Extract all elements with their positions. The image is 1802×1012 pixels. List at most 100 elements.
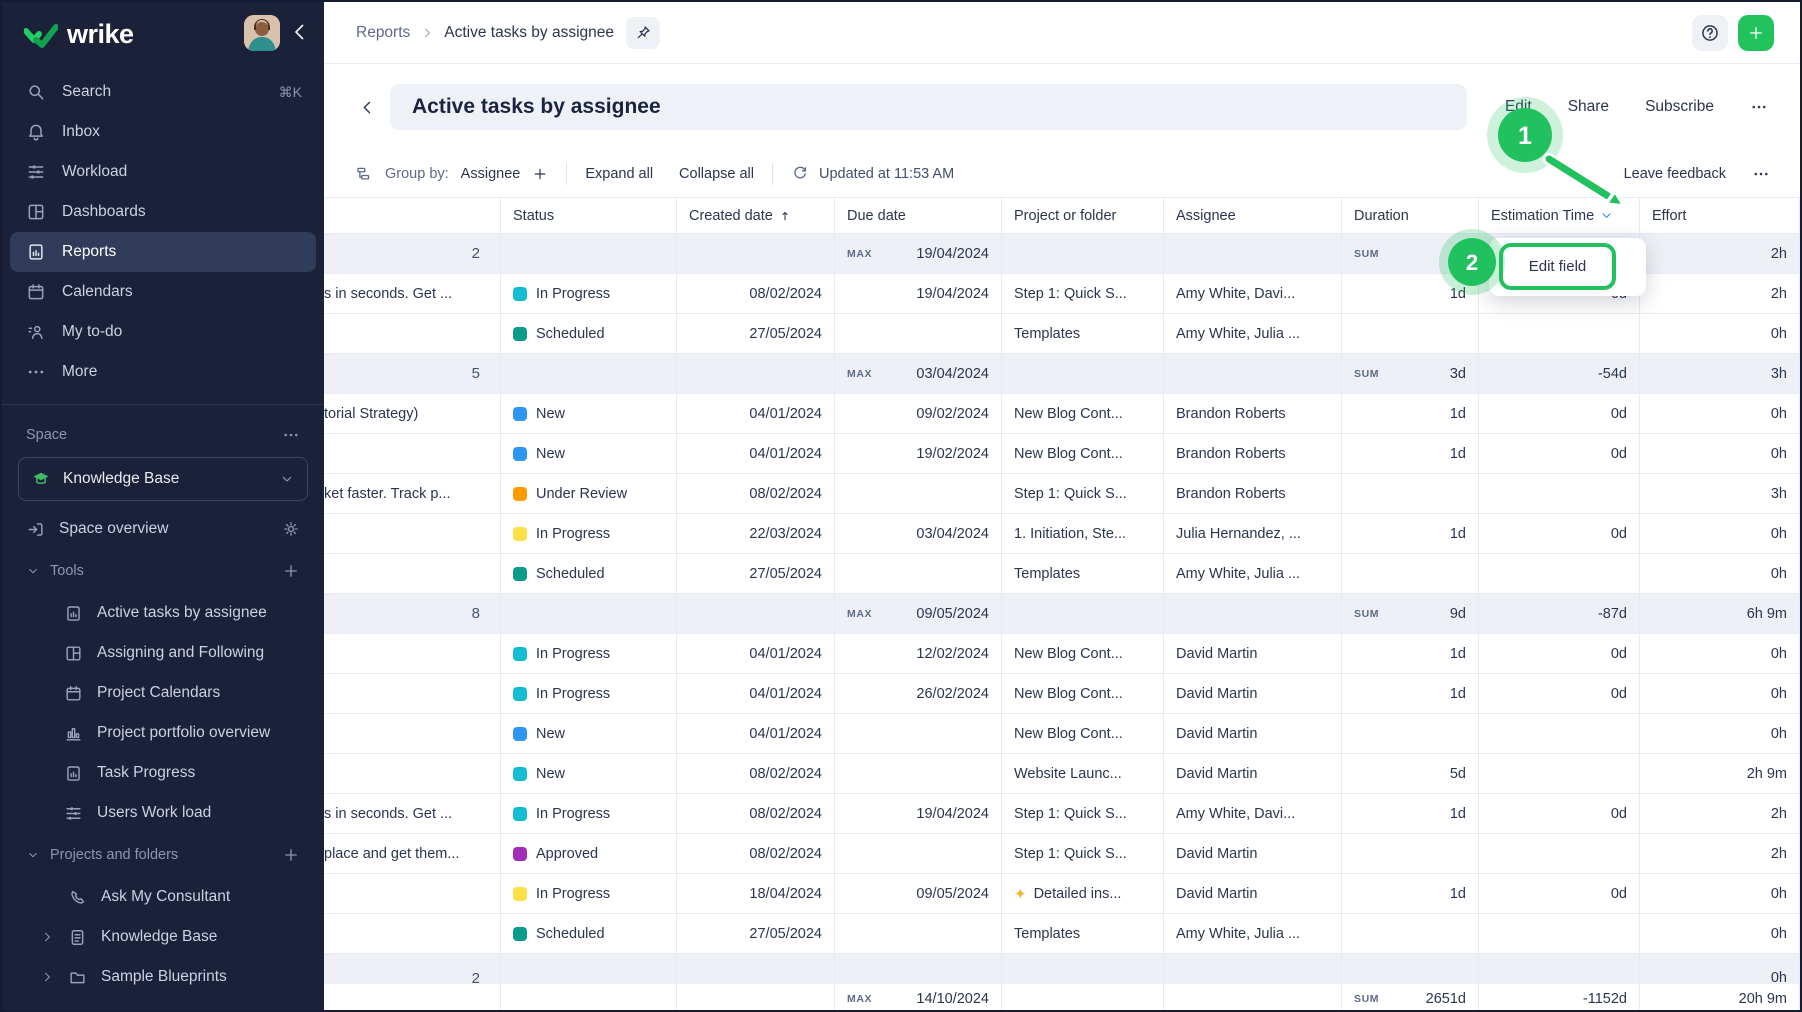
report-title-input[interactable]: Active tasks by assignee bbox=[390, 84, 1467, 130]
group-summary-row[interactable]: 8MAX09/05/2024SUM9d-87d6h 9m bbox=[324, 594, 1800, 634]
sidebar-item-my-to-do[interactable]: My to-do bbox=[10, 312, 316, 352]
space-selector[interactable]: Knowledge Base bbox=[18, 457, 308, 501]
cell-effort: 2h bbox=[1640, 234, 1800, 274]
subscribe-button[interactable]: Subscribe bbox=[1645, 98, 1714, 116]
task-row[interactable]: ket faster. Track p...Under Review08/02/… bbox=[324, 474, 1800, 514]
sidebar-item-reports[interactable]: Reports bbox=[10, 232, 316, 272]
cell-estimation bbox=[1479, 554, 1640, 594]
cell-created-date: 18/04/2024 bbox=[677, 874, 835, 914]
task-row[interactable]: Scheduled27/05/2024TemplatesAmy White, J… bbox=[324, 914, 1800, 954]
cell-assignee: David Martin bbox=[1164, 714, 1342, 754]
project-item[interactable]: Knowledge Base bbox=[10, 917, 316, 957]
space-menu-icon[interactable] bbox=[282, 426, 300, 444]
sidebar-item-workload[interactable]: Workload bbox=[10, 152, 316, 192]
column-header-due[interactable]: Due date bbox=[835, 198, 1002, 234]
cell-due-date: 19/04/2024 bbox=[835, 274, 1002, 314]
gear-icon[interactable] bbox=[282, 520, 300, 538]
group-by-value[interactable]: Assignee bbox=[461, 166, 521, 182]
cell-created-date: 27/05/2024 bbox=[677, 914, 835, 954]
cell-due-max: MAX09/05/2024 bbox=[835, 594, 1002, 634]
folder-icon bbox=[68, 968, 87, 987]
task-row[interactable]: In Progress22/03/202403/04/20241. Initia… bbox=[324, 514, 1800, 554]
column-header-status[interactable]: Status bbox=[501, 198, 677, 234]
sidebar-item-space-overview[interactable]: Space overview bbox=[10, 509, 316, 549]
sidebar-item-more[interactable]: More bbox=[10, 352, 316, 392]
cell-due-date bbox=[835, 914, 1002, 954]
tools-section-header[interactable]: Tools bbox=[10, 549, 316, 593]
column-header-estimation[interactable]: Estimation Time bbox=[1479, 198, 1640, 234]
cell-due-max: MAX19/04/2024 bbox=[835, 234, 1002, 274]
task-row[interactable]: New04/01/202419/02/2024New Blog Cont...B… bbox=[324, 434, 1800, 474]
column-header-created[interactable]: Created date bbox=[677, 198, 835, 234]
task-row[interactable]: In Progress04/01/202426/02/2024New Blog … bbox=[324, 674, 1800, 714]
task-row[interactable]: Scheduled27/05/2024TemplatesAmy White, J… bbox=[324, 314, 1800, 354]
sidebar-item-search[interactable]: Search⌘K bbox=[10, 72, 316, 112]
more-actions-icon[interactable] bbox=[1750, 98, 1768, 116]
toolbar-more-icon[interactable] bbox=[1752, 165, 1770, 183]
project-item[interactable]: Sample Blueprints bbox=[10, 957, 316, 997]
group-summary-row-clipped[interactable]: 20h bbox=[324, 954, 1800, 984]
chevron-right-icon bbox=[420, 26, 434, 40]
task-row[interactable]: torial Strategy)New04/01/202409/02/2024N… bbox=[324, 394, 1800, 434]
task-row[interactable]: s in seconds. Get ...In Progress08/02/20… bbox=[324, 794, 1800, 834]
task-row[interactable]: New04/01/2024New Blog Cont...David Marti… bbox=[324, 714, 1800, 754]
tool-item[interactable]: Project Calendars bbox=[10, 673, 316, 713]
tool-item[interactable]: Users Work load bbox=[10, 793, 316, 833]
sidebar-item-label: Calendars bbox=[62, 283, 133, 301]
sidebar-item-dashboards[interactable]: Dashboards bbox=[10, 192, 316, 232]
table-header-row: StatusCreated dateDue dateProject or fol… bbox=[324, 198, 1800, 234]
breadcrumb-reports-link[interactable]: Reports bbox=[356, 24, 410, 42]
status-label: Scheduled bbox=[536, 326, 605, 342]
column-header-effort[interactable]: Effort bbox=[1640, 198, 1800, 234]
leave-feedback-button[interactable]: Leave feedback bbox=[1624, 166, 1726, 182]
edit-button[interactable]: Edit bbox=[1505, 98, 1532, 116]
cell-status: New bbox=[501, 394, 677, 434]
help-button[interactable] bbox=[1692, 15, 1728, 51]
aggregate-value: 3d bbox=[1450, 366, 1466, 382]
sidebar-collapse-button[interactable] bbox=[288, 22, 312, 46]
sort-asc-icon[interactable] bbox=[778, 209, 792, 223]
cell-task-name bbox=[324, 634, 501, 674]
column-header-project[interactable]: Project or folder bbox=[1002, 198, 1164, 234]
user-avatar[interactable] bbox=[244, 15, 280, 51]
share-button[interactable]: Share bbox=[1568, 98, 1609, 116]
expand-all-button[interactable]: Expand all bbox=[585, 166, 653, 182]
cell-empty bbox=[501, 984, 677, 1010]
chevron-right-icon[interactable] bbox=[40, 970, 54, 984]
updated-timestamp[interactable]: Updated at 11:53 AM bbox=[819, 166, 954, 182]
column-header-name[interactable] bbox=[324, 198, 501, 234]
tool-item[interactable]: Project portfolio overview bbox=[10, 713, 316, 753]
column-header-assignee[interactable]: Assignee bbox=[1164, 198, 1342, 234]
cell-empty bbox=[1164, 954, 1342, 984]
task-row[interactable]: Scheduled27/05/2024TemplatesAmy White, J… bbox=[324, 554, 1800, 594]
task-row[interactable]: place and get them...Approved08/02/2024S… bbox=[324, 834, 1800, 874]
edit-field-menu-item[interactable]: Edit field bbox=[1499, 243, 1616, 290]
pin-button[interactable] bbox=[626, 17, 660, 49]
column-menu-chevron-icon[interactable] bbox=[1599, 208, 1614, 223]
sidebar-item-calendars[interactable]: Calendars bbox=[10, 272, 316, 312]
projects-section-header[interactable]: Projects and folders bbox=[10, 833, 316, 877]
chevron-right-icon[interactable] bbox=[40, 930, 54, 944]
column-header-duration[interactable]: Duration bbox=[1342, 198, 1479, 234]
group-summary-row[interactable]: 5MAX03/04/2024SUM3d-54d3h bbox=[324, 354, 1800, 394]
task-row[interactable]: In Progress18/04/202409/05/2024✦Detailed… bbox=[324, 874, 1800, 914]
add-project-icon[interactable] bbox=[282, 846, 300, 864]
add-tool-icon[interactable] bbox=[282, 562, 300, 580]
cell-estimation: -87d bbox=[1479, 594, 1640, 634]
create-button[interactable] bbox=[1738, 15, 1774, 51]
cell-estimation bbox=[1479, 914, 1640, 954]
calendar-icon bbox=[26, 282, 46, 302]
tool-item[interactable]: Active tasks by assignee bbox=[10, 593, 316, 633]
chevron-down-icon bbox=[279, 471, 295, 487]
task-row[interactable]: In Progress04/01/202412/02/2024New Blog … bbox=[324, 634, 1800, 674]
add-group-by-icon[interactable] bbox=[532, 166, 548, 182]
sidebar-item-inbox[interactable]: Inbox bbox=[10, 112, 316, 152]
tool-item[interactable]: Task Progress bbox=[10, 753, 316, 793]
task-row[interactable]: New08/02/2024Website Launc...David Marti… bbox=[324, 754, 1800, 794]
collapse-all-button[interactable]: Collapse all bbox=[679, 166, 754, 182]
back-button[interactable] bbox=[354, 94, 380, 120]
cell-created-date: 22/03/2024 bbox=[677, 514, 835, 554]
project-item[interactable]: Ask My Consultant bbox=[10, 877, 316, 917]
refresh-icon[interactable] bbox=[791, 165, 809, 183]
tool-item[interactable]: Assigning and Following bbox=[10, 633, 316, 673]
